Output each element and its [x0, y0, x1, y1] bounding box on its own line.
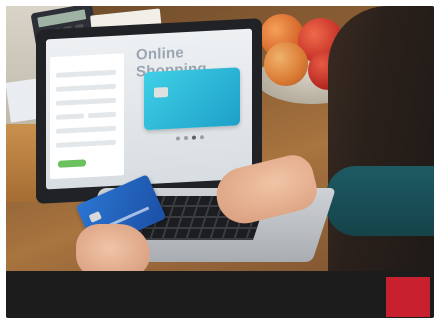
form-field — [56, 113, 84, 120]
form-field — [88, 111, 116, 119]
form-submit-button — [58, 159, 86, 168]
apple — [264, 42, 308, 86]
card-chip — [88, 210, 102, 223]
laptop-screen: Online Shopping — [46, 28, 252, 190]
person-arm — [326, 166, 434, 236]
checkout-form — [50, 53, 124, 180]
credit-card-graphic — [144, 67, 240, 131]
form-field — [56, 139, 116, 148]
online-shopping-photo: Online Shopping — [6, 6, 434, 271]
holding-hand — [76, 224, 150, 271]
form-field — [56, 125, 116, 134]
form-field — [56, 83, 116, 92]
form-field — [56, 97, 116, 106]
carousel-dot — [200, 135, 204, 140]
accent-square — [386, 277, 430, 317]
photo-frame: Online Shopping — [6, 6, 434, 318]
card-chip — [154, 87, 168, 98]
carousel-dots — [176, 135, 204, 141]
carousel-dot-active — [192, 135, 196, 140]
carousel-dot — [184, 135, 188, 141]
carousel-dot — [176, 136, 180, 141]
caption-bar — [6, 271, 434, 318]
form-field — [56, 69, 116, 78]
